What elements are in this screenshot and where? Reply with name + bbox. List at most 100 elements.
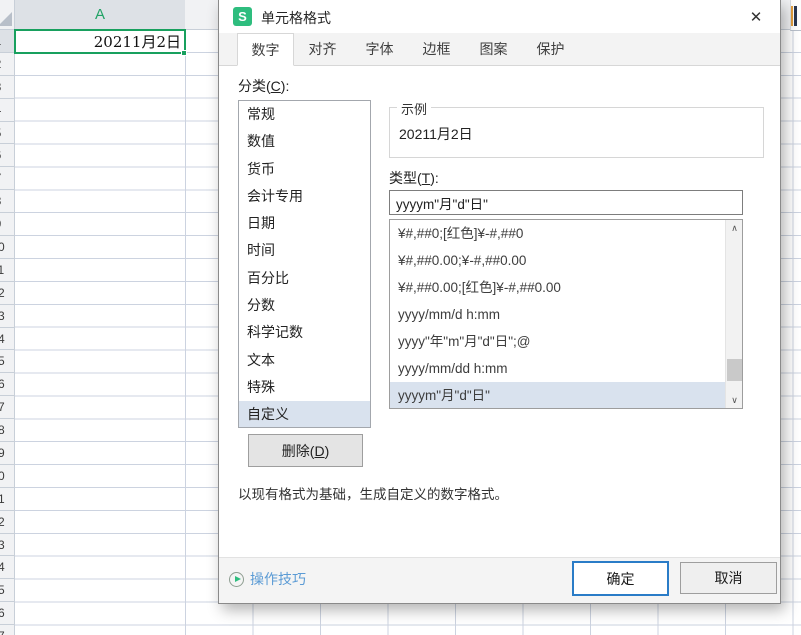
- row-header-cell[interactable]: 5: [0, 122, 14, 145]
- row-header-cell[interactable]: 16: [0, 373, 14, 397]
- row-header-cell[interactable]: 19: [0, 442, 14, 465]
- row-header-cell[interactable]: 12: [0, 282, 14, 305]
- row-number: 1: [0, 30, 14, 52]
- marker-stripe-dark: [794, 6, 797, 26]
- format-item[interactable]: yyyy/mm/dd h:mm: [390, 355, 726, 382]
- row-header-cell[interactable]: 13: [0, 305, 14, 328]
- row-header-cell[interactable]: 20: [0, 465, 14, 488]
- format-item[interactable]: yyyy/mm/d h:mm: [390, 301, 726, 328]
- delete-label-key: D: [314, 442, 325, 459]
- delete-label-suffix: ): [324, 442, 330, 459]
- category-label-key: C: [270, 78, 281, 94]
- format-list: ¥#,##0;[红色]¥-#,##0 ¥#,##0.00;¥-#,##0.00 ¥#…: [389, 219, 743, 409]
- play-circle-icon: [229, 571, 244, 587]
- dialog-tab[interactable]: 字体: [351, 34, 408, 65]
- row-header-cell[interactable]: 4: [0, 99, 14, 122]
- row-header-cell[interactable]: 2: [0, 53, 14, 76]
- category-item[interactable]: 货币: [239, 156, 370, 183]
- row-header-cell[interactable]: 21: [0, 488, 14, 511]
- row-header-cell[interactable]: 23: [0, 534, 14, 557]
- type-input[interactable]: [389, 190, 743, 215]
- row-header-cell[interactable]: 3: [0, 76, 14, 99]
- dialog-tab[interactable]: 数字: [237, 33, 294, 66]
- row-header-cell[interactable]: 6: [0, 144, 14, 168]
- sample-groupbox: 示例 20211月2日: [389, 99, 764, 158]
- row-header: 1234567891011121314151617181920212223242…: [0, 30, 15, 635]
- description-text: 以现有格式为基础，生成自定义的数字格式。: [238, 487, 508, 502]
- row-number: 4: [0, 99, 14, 121]
- row-number: 19: [0, 442, 14, 464]
- dialog-tabs: 数字 对齐 字体 边框 图案 保护: [219, 33, 780, 66]
- close-icon[interactable]: ✕: [746, 7, 766, 27]
- row-number: 24: [0, 556, 14, 578]
- sample-value: 20211月2日: [399, 126, 473, 142]
- row-header-cell[interactable]: 22: [0, 511, 14, 534]
- scrollbar-thumb[interactable]: [727, 359, 742, 381]
- category-item[interactable]: 会计专用: [239, 183, 370, 210]
- type-label-prefix: 类型(: [389, 170, 422, 186]
- scroll-down-icon[interactable]: ∨: [726, 392, 742, 408]
- format-item[interactable]: yyyym"月"d"日": [390, 382, 726, 408]
- row-number: 23: [0, 534, 14, 556]
- cancel-button[interactable]: 取消: [680, 562, 777, 594]
- format-item[interactable]: yyyy"年"m"月"d"日";@: [390, 328, 726, 355]
- dialog-tab[interactable]: 图案: [465, 34, 522, 65]
- row-header-cell[interactable]: 24: [0, 556, 14, 580]
- app-window: A 12345678910111213141516171819202122232…: [0, 0, 801, 635]
- row-number: 14: [0, 328, 14, 350]
- scroll-up-icon[interactable]: ∧: [726, 220, 742, 236]
- dialog-tab[interactable]: 保护: [522, 34, 579, 65]
- logo-letter: S: [238, 9, 247, 24]
- ok-button[interactable]: 确定: [572, 561, 669, 596]
- row-header-cell[interactable]: 1: [0, 30, 14, 53]
- category-item[interactable]: 文本: [239, 347, 370, 374]
- fill-handle[interactable]: [181, 50, 187, 56]
- row-number: 2: [0, 53, 14, 75]
- category-item[interactable]: 特殊: [239, 374, 370, 401]
- row-header-cell[interactable]: 8: [0, 190, 14, 214]
- row-number: 3: [0, 76, 14, 98]
- row-header-cell[interactable]: 25: [0, 579, 14, 603]
- row-header-cell[interactable]: 26: [0, 602, 14, 626]
- row-number: 12: [0, 282, 14, 304]
- tips-link[interactable]: 操作技巧: [229, 569, 306, 589]
- row-number: 26: [0, 602, 14, 624]
- dialog-titlebar[interactable]: S 单元格格式 ✕: [219, 0, 780, 33]
- row-header-cell[interactable]: 27: [0, 625, 14, 635]
- row-header-cell[interactable]: 11: [0, 259, 14, 282]
- row-header-cell[interactable]: 10: [0, 236, 14, 259]
- delete-button[interactable]: 删除(D): [248, 434, 363, 467]
- category-item[interactable]: 自定义: [239, 401, 370, 427]
- column-header-a[interactable]: A: [15, 0, 185, 30]
- dialog-tab[interactable]: 边框: [408, 34, 465, 65]
- row-number: 10: [0, 236, 14, 258]
- row-header-cell[interactable]: 7: [0, 167, 14, 191]
- row-header-cell[interactable]: 17: [0, 396, 14, 420]
- format-item[interactable]: ¥#,##0.00;¥-#,##0.00: [390, 247, 726, 274]
- marker-stripe-orange: [791, 6, 793, 26]
- format-list-scrollbar[interactable]: ∧ ∨: [725, 220, 742, 408]
- category-item[interactable]: 时间: [239, 237, 370, 264]
- row-header-cell[interactable]: 15: [0, 350, 14, 374]
- category-item[interactable]: 日期: [239, 210, 370, 237]
- category-item[interactable]: 分数: [239, 292, 370, 319]
- category-item[interactable]: 常规: [239, 101, 370, 128]
- row-header-cell[interactable]: 14: [0, 328, 14, 351]
- select-all-corner[interactable]: [0, 0, 15, 30]
- dialog-tab[interactable]: 对齐: [294, 34, 351, 65]
- category-item[interactable]: 百分比: [239, 265, 370, 292]
- format-item[interactable]: ¥#,##0;[红色]¥-#,##0: [390, 220, 726, 247]
- row-number: 11: [0, 259, 14, 281]
- row-header-cell[interactable]: 18: [0, 419, 14, 443]
- right-edge-marker: [791, 6, 797, 26]
- category-item[interactable]: 数值: [239, 128, 370, 155]
- row-header-cell[interactable]: 9: [0, 213, 14, 237]
- type-label-key: T: [421, 170, 431, 186]
- row-number: 25: [0, 579, 14, 601]
- row-number: 8: [0, 190, 14, 212]
- row-number: 13: [0, 305, 14, 327]
- tips-label: 操作技巧: [250, 571, 306, 587]
- format-item[interactable]: ¥#,##0.00;[红色]¥-#,##0.00: [390, 274, 726, 301]
- category-item[interactable]: 科学记数: [239, 319, 370, 346]
- cell-a1[interactable]: 20211月2日: [15, 30, 185, 53]
